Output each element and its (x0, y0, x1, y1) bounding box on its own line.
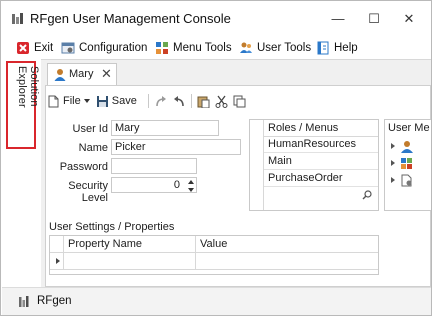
menu-menu-tools[interactable]: Menu Tools (155, 40, 232, 56)
roles-header: Roles / Menus (264, 120, 378, 137)
user-menus-tree: User Me (384, 119, 431, 211)
tree-node[interactable] (391, 174, 431, 188)
user-id-label: User Id (72, 123, 108, 135)
app-icon (19, 296, 29, 307)
row-pointer-icon (56, 258, 60, 264)
app-window: RFgen User Management Console — ☐ ✕ Exit… (0, 0, 432, 316)
copy-icon[interactable] (233, 95, 246, 108)
stepper-up-icon[interactable] (188, 180, 194, 184)
search-icon (362, 190, 372, 200)
cut-icon[interactable] (215, 95, 228, 108)
security-level-stepper[interactable] (185, 178, 197, 194)
user-icon (401, 141, 413, 153)
exit-icon (17, 42, 29, 54)
toolbar-separator (190, 94, 192, 108)
menu-exit-label: Exit (34, 42, 54, 54)
save-button[interactable]: Save (96, 95, 137, 108)
cell-property-name[interactable] (64, 253, 196, 270)
tab-mary[interactable]: Mary ✕ (47, 63, 117, 85)
list-item[interactable]: PurchaseOrder (264, 171, 378, 187)
tab-mary-label: Mary (69, 68, 94, 80)
redo-icon[interactable] (154, 95, 168, 108)
roles-menus-list: Roles / Menus HumanResources Main Purcha… (249, 119, 379, 211)
document-gear-icon (401, 174, 412, 187)
title-bar: RFgen User Management Console — ☐ ✕ (1, 1, 431, 37)
menu-tiles-icon (401, 158, 412, 169)
editor-toolbar: File Save (47, 91, 246, 111)
stepper-down-icon[interactable] (188, 188, 194, 192)
expand-arrow-icon[interactable] (391, 143, 395, 149)
configuration-icon (61, 42, 75, 54)
tab-close-button[interactable]: ✕ (101, 66, 112, 82)
menu-user-tools[interactable]: User Tools (239, 40, 311, 56)
cell-value[interactable] (196, 253, 378, 270)
user-menus-header: User Me (388, 122, 430, 134)
tree-node[interactable] (391, 157, 431, 171)
chevron-down-icon (83, 99, 90, 103)
name-field[interactable]: Picker (111, 139, 241, 155)
menu-help-label: Help (334, 42, 358, 54)
toolbar-separator (147, 94, 149, 108)
user-tools-icon (240, 42, 252, 53)
roles-search-input[interactable] (264, 188, 378, 204)
menu-user-tools-label: User Tools (257, 42, 312, 54)
undo-icon[interactable] (172, 95, 186, 108)
expand-arrow-icon[interactable] (391, 177, 395, 183)
list-item[interactable]: HumanResources (264, 137, 378, 153)
menu-configuration[interactable]: Configuration (61, 40, 147, 56)
save-icon (96, 95, 108, 107)
paste-icon[interactable] (197, 95, 210, 108)
security-level-label: Security Level (68, 180, 108, 204)
grid-corner (50, 236, 64, 253)
minimize-button[interactable]: — (323, 9, 353, 29)
menu-tools-icon (156, 42, 168, 54)
list-item[interactable]: Main (264, 154, 378, 170)
menu-configuration-label: Configuration (79, 42, 148, 54)
file-icon (48, 95, 59, 107)
file-button[interactable]: File (47, 95, 90, 108)
status-bar: RFgen (2, 287, 431, 315)
tree-node[interactable] (391, 140, 431, 154)
menu-bar: Exit Configuration Menu Tools User Tools… (1, 37, 431, 59)
close-button[interactable]: ✕ (394, 9, 424, 29)
column-header-value[interactable]: Value (196, 236, 378, 253)
file-button-label: File (63, 95, 81, 107)
app-icon (12, 13, 23, 24)
user-id-field[interactable]: Mary (111, 120, 219, 136)
window-title: RFgen User Management Console (30, 11, 231, 26)
status-text: RFgen (37, 295, 72, 307)
menu-exit[interactable]: Exit (16, 40, 53, 56)
name-label: Name (78, 142, 108, 154)
maximize-button[interactable]: ☐ (359, 9, 389, 29)
solution-explorer-label: Solution Explorer (16, 66, 40, 108)
expand-arrow-icon[interactable] (391, 160, 395, 166)
solution-explorer-tab[interactable]: Solution Explorer (6, 61, 40, 149)
user-icon (54, 69, 66, 81)
password-field[interactable] (111, 158, 197, 174)
properties-grid: Property Name Value (49, 235, 379, 275)
help-icon (317, 41, 329, 55)
menu-menu-tools-label: Menu Tools (173, 42, 232, 54)
menu-help[interactable]: Help (316, 40, 358, 56)
settings-section-title: User Settings / Properties (49, 221, 175, 233)
password-label: Password (59, 161, 108, 173)
column-header-property-name[interactable]: Property Name (64, 236, 196, 253)
roles-row-selector (250, 120, 264, 210)
save-button-label: Save (111, 95, 137, 107)
